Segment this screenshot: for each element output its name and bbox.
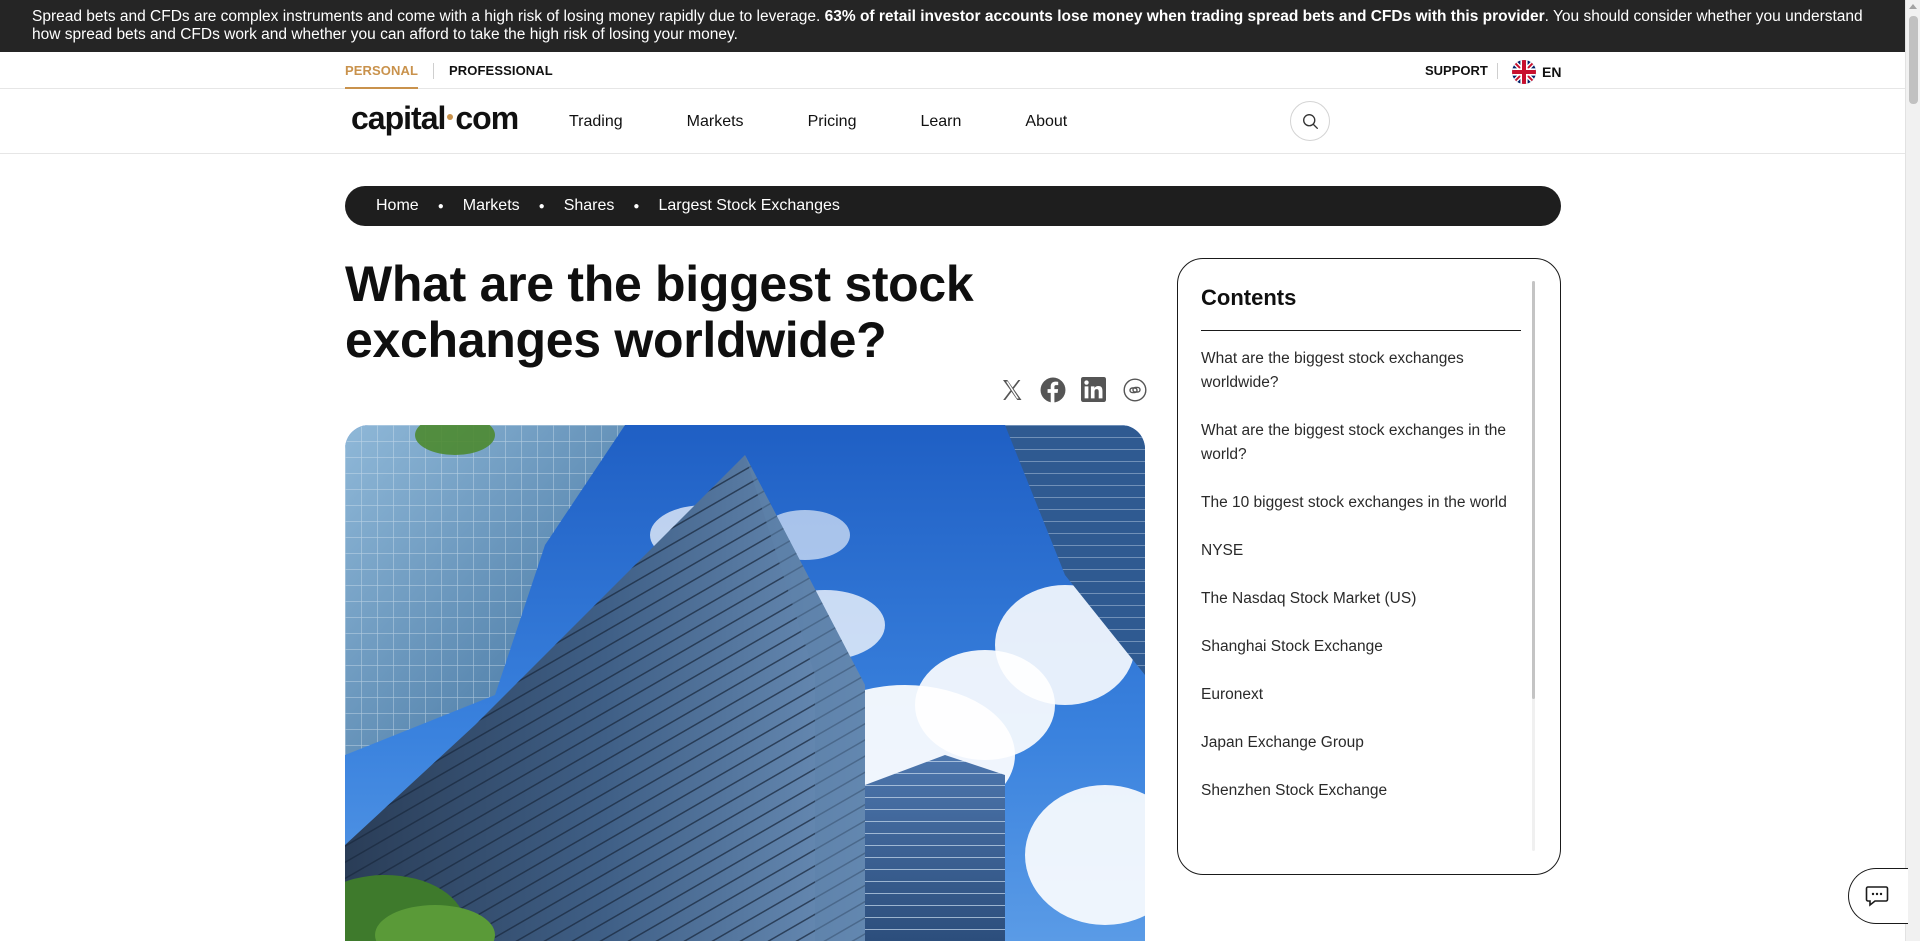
breadcrumb-markets[interactable]: Markets — [463, 197, 520, 215]
contents-item[interactable]: Shenzhen Stock Exchange — [1201, 779, 1521, 803]
contents-item[interactable]: What are the biggest stock exchanges wor… — [1201, 347, 1521, 395]
nav-item-trading[interactable]: Trading — [569, 113, 623, 131]
page-title: What are the biggest stock exchanges wor… — [345, 256, 974, 368]
chat-icon — [1865, 886, 1889, 907]
breadcrumb-home[interactable]: Home — [376, 197, 419, 215]
search-button[interactable] — [1290, 101, 1330, 141]
contents-item[interactable]: The Nasdaq Stock Market (US) — [1201, 587, 1521, 611]
x-icon[interactable] — [998, 376, 1025, 403]
logo-text-right: com — [455, 100, 519, 136]
breadcrumb-separator-icon: ● — [437, 200, 444, 212]
audience-switcher: PERSONAL PROFESSIONAL — [345, 52, 553, 89]
uk-flag-icon — [1512, 60, 1536, 84]
nav-item-markets[interactable]: Markets — [687, 113, 744, 131]
risk-warning-bold-text: 63% of retail investor accounts lose mon… — [824, 8, 1545, 25]
contents-panel: Contents What are the biggest stock exch… — [1177, 258, 1561, 875]
tab-personal[interactable]: PERSONAL — [345, 52, 419, 89]
share-bar — [998, 376, 1148, 403]
capital-com-logo[interactable]: capital com — [351, 100, 519, 137]
nav-item-pricing[interactable]: Pricing — [808, 113, 857, 131]
breadcrumb: Home ● Markets ● Shares ● Largest Stock … — [345, 186, 1561, 226]
contents-item[interactable]: The 10 biggest stock exchanges in the wo… — [1201, 491, 1521, 515]
contents-title: Contents — [1201, 285, 1297, 310]
copy-link-icon[interactable] — [1121, 376, 1148, 403]
breadcrumb-separator-icon: ● — [633, 200, 640, 212]
scrollbar-thumb[interactable] — [1909, 16, 1918, 104]
logo-text-left: capital — [351, 100, 446, 136]
contents-item[interactable]: Shanghai Stock Exchange — [1201, 635, 1521, 659]
breadcrumb-separator-icon: ● — [538, 200, 545, 212]
contents-item[interactable]: Euronext — [1201, 683, 1521, 707]
chat-button[interactable] — [1848, 868, 1908, 924]
contents-divider — [1201, 330, 1521, 331]
tab-professional[interactable]: PROFESSIONAL — [449, 63, 553, 78]
audience-divider — [433, 62, 435, 79]
risk-warning-text: Spread bets and CFDs are complex instrum… — [32, 8, 825, 25]
nav-menu: Trading Markets Pricing Learn About — [569, 89, 1131, 154]
contents-list: What are the biggest stock exchanges wor… — [1201, 347, 1521, 827]
hero-image — [345, 425, 1145, 941]
breadcrumb-shares[interactable]: Shares — [564, 197, 615, 215]
contents-item[interactable]: Japan Exchange Group — [1201, 731, 1521, 755]
contents-item[interactable]: NYSE — [1201, 539, 1521, 563]
scroll-up-arrow-icon[interactable] — [1909, 4, 1917, 9]
nav-item-about[interactable]: About — [1025, 113, 1067, 131]
language-selector[interactable]: EN — [1512, 60, 1561, 84]
support-link[interactable]: SUPPORT — [1425, 52, 1488, 89]
support-divider — [1497, 63, 1498, 79]
language-label: EN — [1542, 64, 1562, 80]
top-bar: PERSONAL PROFESSIONAL SUPPORT EN — [0, 52, 1905, 89]
risk-warning-banner: Spread bets and CFDs are complex instrum… — [0, 0, 1905, 52]
page-scrollbar[interactable] — [1905, 0, 1920, 941]
facebook-icon[interactable] — [1039, 376, 1066, 403]
breadcrumb-current: Largest Stock Exchanges — [658, 197, 840, 214]
logo-dot-icon — [447, 114, 454, 121]
contents-scroll-thumb[interactable] — [1532, 281, 1535, 699]
linkedin-icon[interactable] — [1080, 376, 1107, 403]
main-navigation: capital com Trading Markets Pricing Learn… — [0, 89, 1905, 154]
nav-item-learn[interactable]: Learn — [920, 113, 961, 131]
search-icon — [1302, 113, 1318, 129]
contents-item[interactable]: What are the biggest stock exchanges in … — [1201, 419, 1521, 467]
